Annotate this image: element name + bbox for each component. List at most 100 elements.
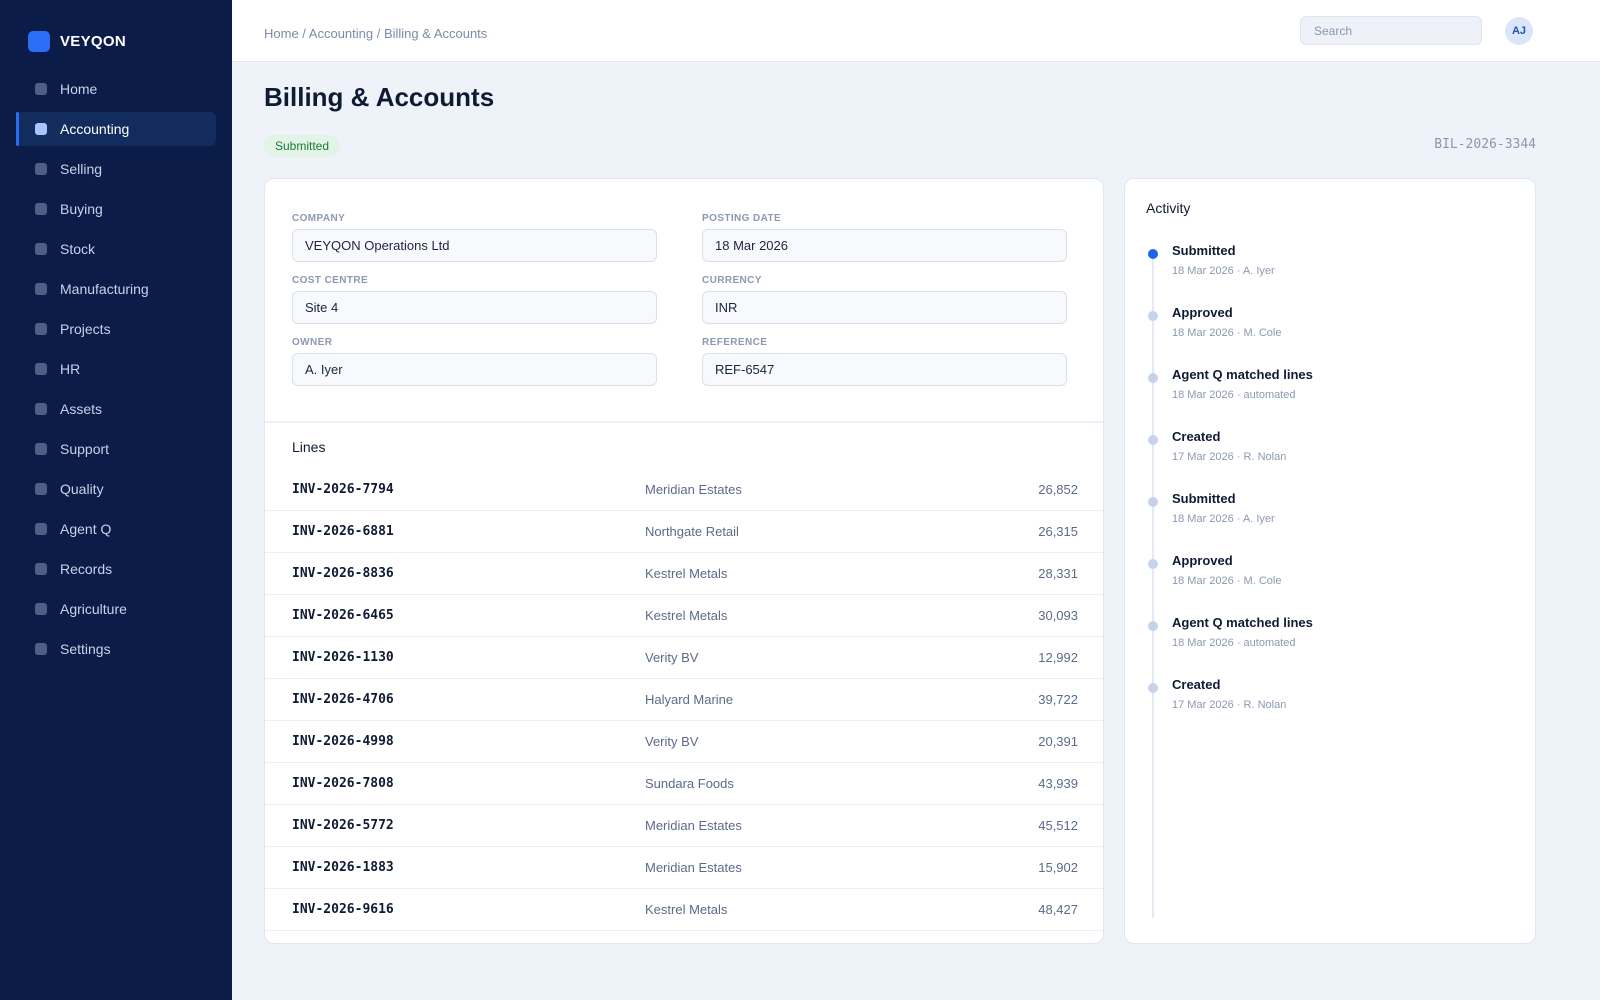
nav-bullet-icon [35, 283, 47, 295]
line-amount: 26,852 [1038, 482, 1078, 497]
activity-item: Created 17 Mar 2026 · R. Nolan [1125, 677, 1537, 739]
currency-input[interactable]: INR [702, 291, 1067, 324]
company-input[interactable]: VEYQON Operations Ltd [292, 229, 657, 262]
invoice-number: INV-2026-9616 [292, 902, 394, 917]
activity-event: Agent Q matched lines [1172, 367, 1313, 382]
timeline-dot-icon [1148, 311, 1158, 321]
sidebar-item-label: Quality [60, 481, 104, 497]
sidebar-item-hr[interactable]: HR [16, 352, 216, 386]
line-amount: 43,939 [1038, 776, 1078, 791]
customer-name: Sundara Foods [645, 776, 734, 791]
table-row[interactable]: INV-2026-5772 Meridian Estates 45,512 [265, 805, 1103, 847]
owner-label: OWNER [292, 337, 333, 348]
sidebar-item-label: Settings [60, 641, 111, 657]
table-row[interactable]: INV-2026-7808 Sundara Foods 43,939 [265, 763, 1103, 805]
sidebar-item-manufacturing[interactable]: Manufacturing [16, 272, 216, 306]
section-divider [265, 421, 1103, 423]
breadcrumb[interactable]: Home / Accounting / Billing & Accounts [264, 26, 487, 41]
table-row[interactable]: INV-2026-1130 Verity BV 12,992 [265, 637, 1103, 679]
table-row[interactable]: INV-2026-6465 Kestrel Metals 30,093 [265, 595, 1103, 637]
invoice-number: INV-2026-6465 [292, 608, 394, 623]
activity-event: Created [1172, 429, 1221, 444]
activity-meta: 18 Mar 2026 · automated [1172, 637, 1296, 649]
timeline-dot-icon [1148, 373, 1158, 383]
brand-name: VEYQON [60, 33, 126, 50]
customer-name: Kestrel Metals [645, 608, 728, 623]
timeline-dot-icon [1148, 683, 1158, 693]
customer-name: Verity BV [645, 650, 699, 665]
lines-table: INV-2026-7794 Meridian Estates 26,852 INV-… [265, 469, 1103, 931]
activity-event: Approved [1172, 553, 1233, 568]
cost-centre-input[interactable]: Site 4 [292, 291, 657, 324]
avatar[interactable]: AJ [1505, 17, 1533, 45]
document-card: COMPANY VEYQON Operations Ltd POSTING DA… [264, 178, 1104, 944]
sidebar-item-accounting[interactable]: Accounting [16, 112, 216, 146]
customer-name: Meridian Estates [645, 482, 742, 497]
sidebar-item-home[interactable]: Home [16, 72, 216, 106]
sidebar-item-selling[interactable]: Selling [16, 152, 216, 186]
nav-bullet-icon [35, 403, 47, 415]
sidebar-item-settings[interactable]: Settings [16, 632, 216, 666]
currency-label: CURRENCY [702, 275, 762, 286]
sidebar-item-label: Projects [60, 321, 111, 337]
sidebar-item-assets[interactable]: Assets [16, 392, 216, 426]
line-amount: 48,427 [1038, 902, 1078, 917]
line-amount: 28,331 [1038, 566, 1078, 581]
line-amount: 15,902 [1038, 860, 1078, 875]
currency-field: CURRENCY INR [702, 275, 1067, 324]
nav-bullet-icon [35, 603, 47, 615]
activity-event: Approved [1172, 305, 1233, 320]
owner-input[interactable]: A. Iyer [292, 353, 657, 386]
sidebar-item-label: Records [60, 561, 113, 577]
cost-centre-label: COST CENTRE [292, 275, 369, 286]
line-amount: 45,512 [1038, 818, 1078, 833]
sidebar-item-support[interactable]: Support [16, 432, 216, 466]
customer-name: Kestrel Metals [645, 902, 728, 917]
table-row[interactable]: INV-2026-1883 Meridian Estates 15,902 [265, 847, 1103, 889]
brand-logo-icon [28, 31, 50, 52]
nav-bullet-icon [35, 243, 47, 255]
sidebar-item-agriculture[interactable]: Agriculture [16, 592, 216, 626]
sidebar-item-label: Manufacturing [60, 281, 149, 297]
nav-bullet-icon [35, 323, 47, 335]
search-input[interactable] [1300, 16, 1482, 45]
table-row[interactable]: INV-2026-4706 Halyard Marine 39,722 [265, 679, 1103, 721]
customer-name: Meridian Estates [645, 818, 742, 833]
posting-date-input[interactable]: 18 Mar 2026 [702, 229, 1067, 262]
activity-meta: 18 Mar 2026 · A. Iyer [1172, 513, 1275, 525]
activity-meta: 18 Mar 2026 · M. Cole [1172, 575, 1282, 587]
sidebar-item-projects[interactable]: Projects [16, 312, 216, 346]
sidebar-item-agent-q[interactable]: Agent Q [16, 512, 216, 546]
posting-date-field: POSTING DATE 18 Mar 2026 [702, 213, 1067, 262]
sidebar-item-records[interactable]: Records [16, 552, 216, 586]
nav-bullet-icon [35, 483, 47, 495]
sidebar-item-quality[interactable]: Quality [16, 472, 216, 506]
sidebar-item-label: Selling [60, 161, 103, 177]
nav-bullet-icon [35, 643, 47, 655]
nav-bullet-icon [35, 443, 47, 455]
timeline-dot-icon [1148, 435, 1158, 445]
sidebar-item-buying[interactable]: Buying [16, 192, 216, 226]
table-row[interactable]: INV-2026-4998 Verity BV 20,391 [265, 721, 1103, 763]
reference-input[interactable]: REF-6547 [702, 353, 1067, 386]
invoice-number: INV-2026-6881 [292, 524, 394, 539]
table-row[interactable]: INV-2026-8836 Kestrel Metals 28,331 [265, 553, 1103, 595]
table-row[interactable]: INV-2026-9616 Kestrel Metals 48,427 [265, 889, 1103, 931]
activity-meta: 17 Mar 2026 · R. Nolan [1172, 451, 1287, 463]
table-row[interactable]: INV-2026-6881 Northgate Retail 26,315 [265, 511, 1103, 553]
sidebar-item-label: Support [60, 441, 110, 457]
line-amount: 20,391 [1038, 734, 1078, 749]
sidebar-item-stock[interactable]: Stock [16, 232, 216, 266]
activity-item: Agent Q matched lines 18 Mar 2026 · autom… [1125, 615, 1537, 677]
activity-event: Agent Q matched lines [1172, 615, 1313, 630]
invoice-number: INV-2026-5772 [292, 818, 394, 833]
nav-bullet-icon [35, 523, 47, 535]
brand[interactable]: VEYQON [28, 31, 126, 52]
line-amount: 26,315 [1038, 524, 1078, 539]
lines-title: Lines [292, 439, 326, 455]
activity-meta: 17 Mar 2026 · R. Nolan [1172, 699, 1287, 711]
table-row[interactable]: INV-2026-7794 Meridian Estates 26,852 [265, 469, 1103, 511]
activity-item: Submitted 18 Mar 2026 · A. Iyer [1125, 491, 1537, 553]
activity-event: Submitted [1172, 491, 1236, 506]
posting-date-label: POSTING DATE [702, 213, 782, 224]
